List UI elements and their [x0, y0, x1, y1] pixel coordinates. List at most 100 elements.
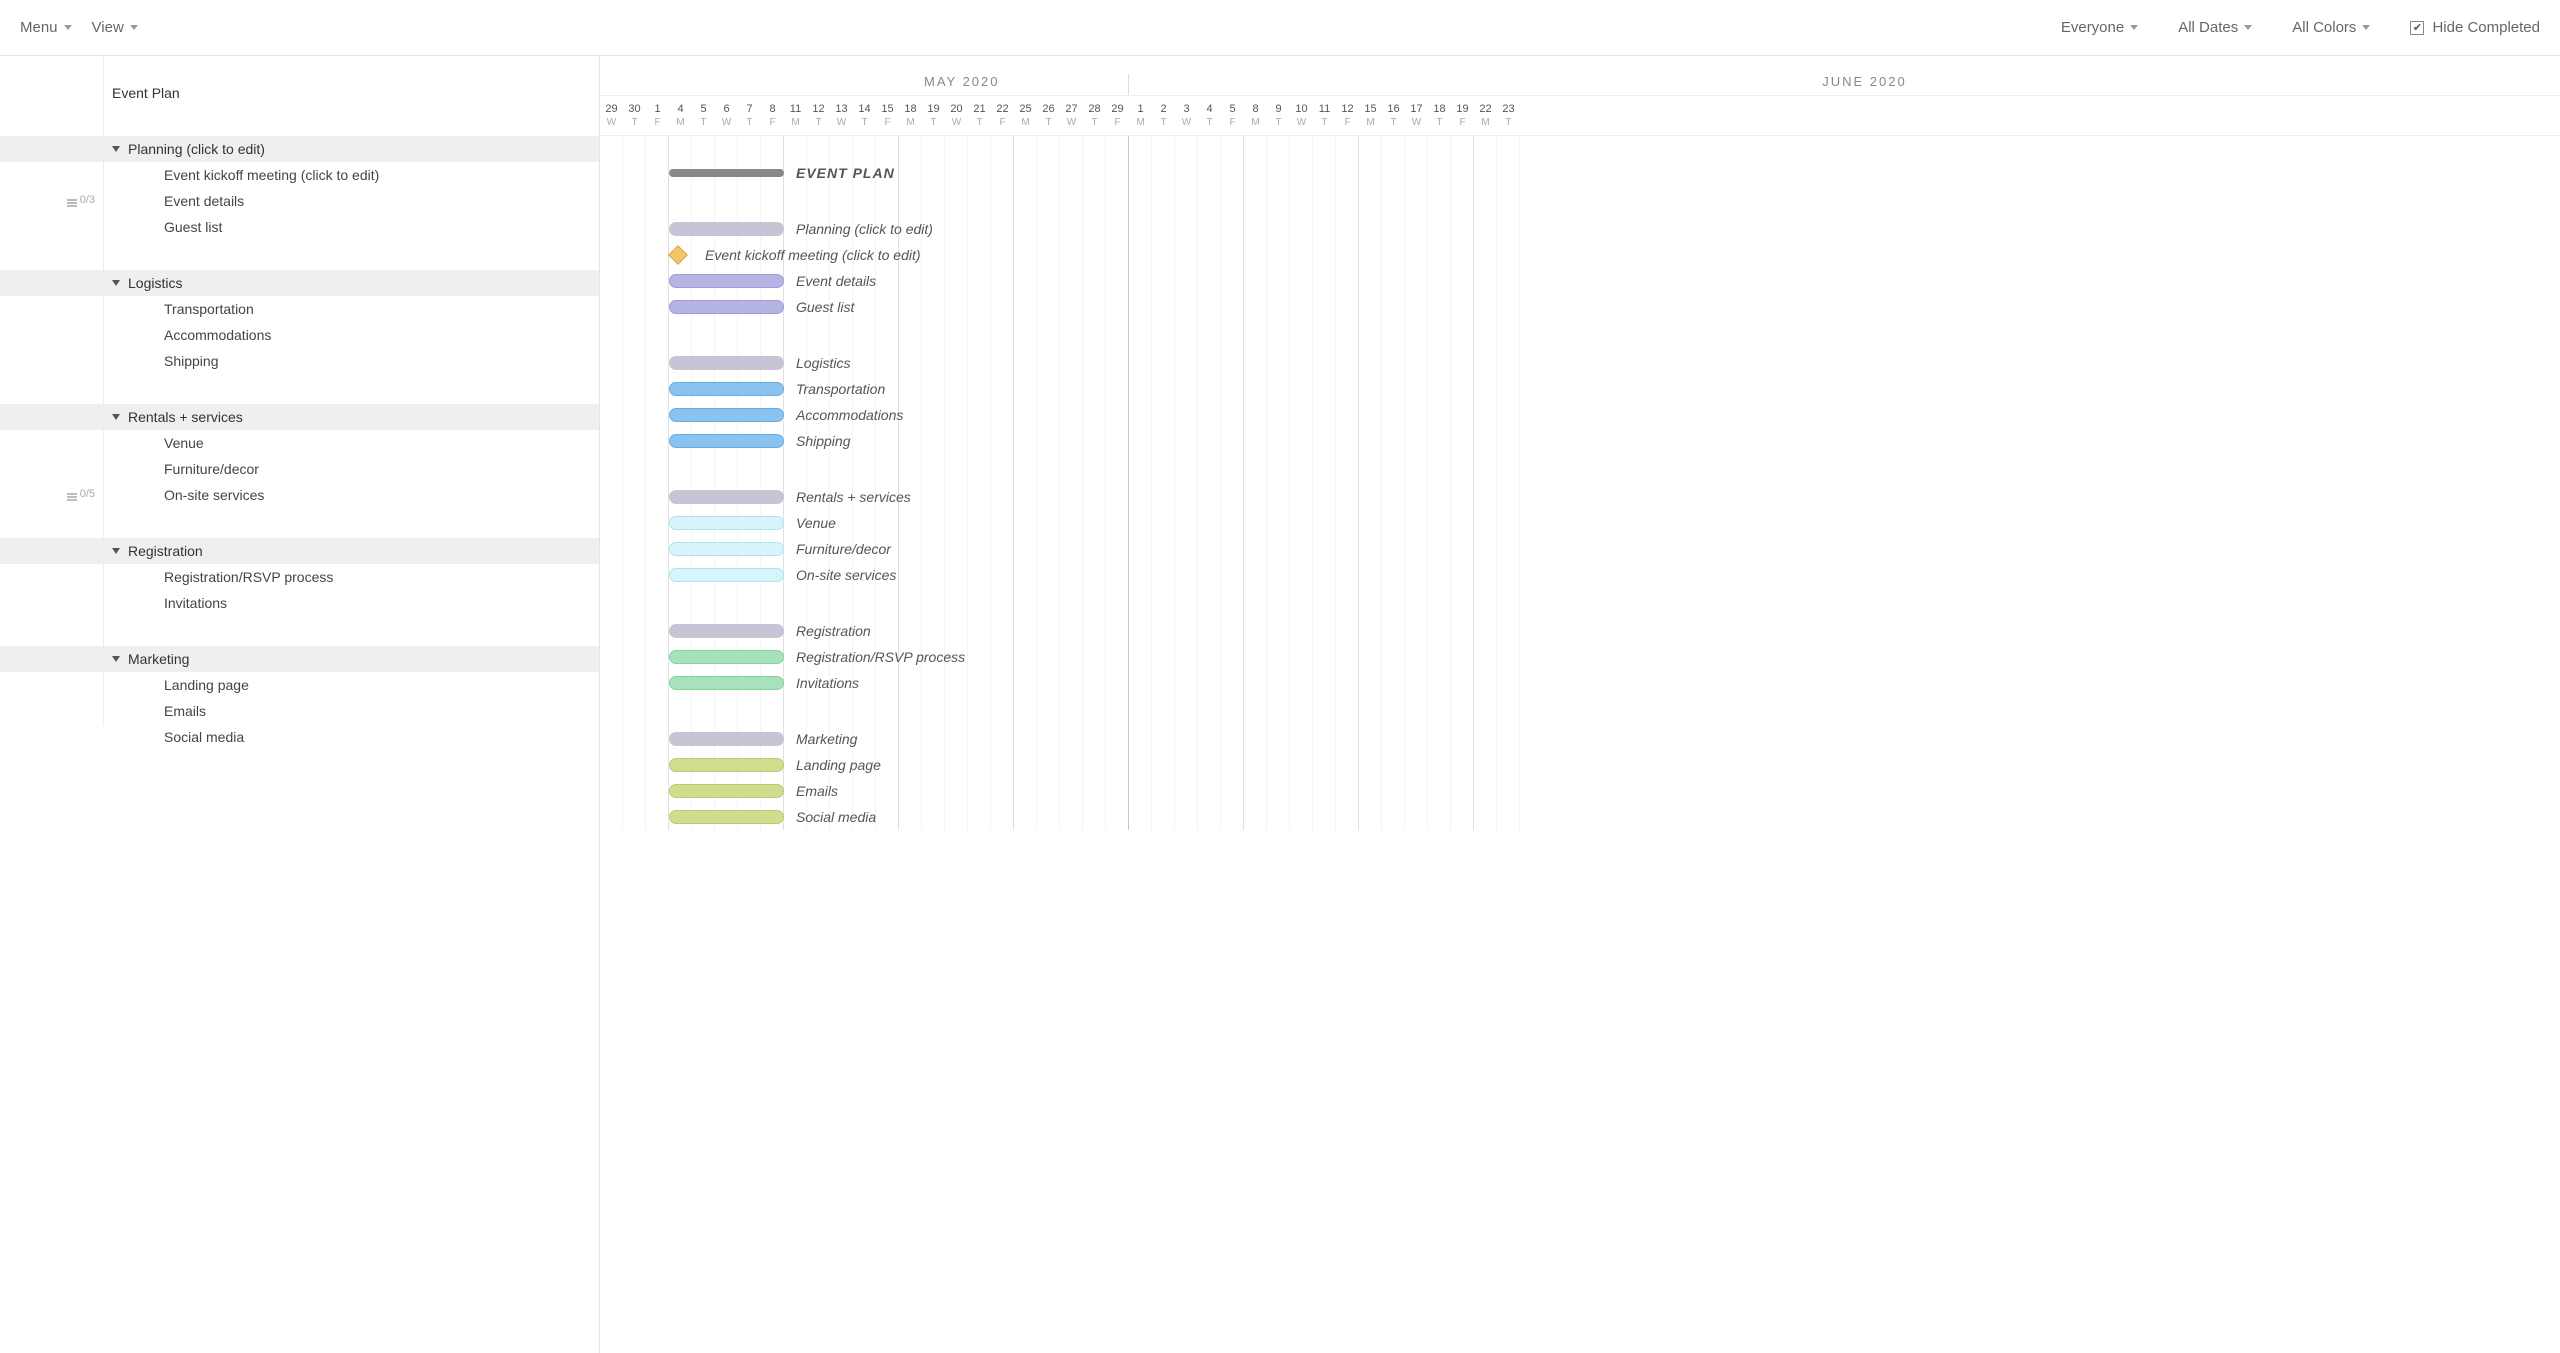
chart-task-label: Guest list [796, 299, 854, 315]
task-title: Registration/RSVP process [164, 569, 333, 585]
chart-task-row[interactable]: Event details [600, 268, 2560, 294]
milestone-diamond-icon[interactable] [668, 245, 688, 265]
task-bar[interactable] [669, 274, 784, 288]
task-bar[interactable] [669, 784, 784, 798]
group-title: Logistics [128, 275, 182, 291]
group-title: Registration [128, 543, 203, 559]
chart-task-row[interactable]: Social media [600, 804, 2560, 830]
chart-task-label: Accommodations [796, 407, 903, 423]
task-bar[interactable] [669, 568, 784, 582]
task-title: Emails [164, 703, 206, 719]
checklist-badge[interactable]: 0/3 [67, 194, 95, 206]
chart-task-label: Venue [796, 515, 836, 531]
chart-task-row[interactable]: Event kickoff meeting (click to edit) [600, 242, 2560, 268]
group-summary-bar[interactable] [669, 490, 784, 504]
group-title: Rentals + services [128, 409, 243, 425]
month-label: MAY 2020 [600, 74, 1129, 95]
day-column-header: 18T [1428, 96, 1451, 135]
chart-task-label: Transportation [796, 381, 885, 397]
task-title: Event kickoff meeting (click to edit) [164, 167, 379, 183]
filter-label: All Colors [2292, 19, 2356, 36]
collapse-triangle-icon[interactable] [112, 656, 120, 662]
task-bar[interactable] [669, 676, 784, 690]
chart-task-row[interactable]: Emails [600, 778, 2560, 804]
day-column-header: 12T [807, 96, 830, 135]
chart-task-row[interactable]: Landing page [600, 752, 2560, 778]
task-bar[interactable] [669, 408, 784, 422]
collapse-triangle-icon[interactable] [112, 146, 120, 152]
day-column-header: 8F [761, 96, 784, 135]
group-summary-bar[interactable] [669, 732, 784, 746]
chart-task-row[interactable]: Venue [600, 510, 2560, 536]
month-label: JUNE 2020 [1129, 74, 2560, 95]
checklist-badge[interactable]: 0/5 [67, 488, 95, 500]
task-bar[interactable] [669, 516, 784, 530]
day-column-header: 19T [922, 96, 945, 135]
task-bar[interactable] [669, 810, 784, 824]
day-column-header: 5T [692, 96, 715, 135]
task-bar[interactable] [669, 542, 784, 556]
chart-group-row[interactable]: Registration [600, 618, 2560, 644]
task-title: Guest list [164, 219, 222, 235]
day-column-header: 7T [738, 96, 761, 135]
day-column-header: 30T [623, 96, 646, 135]
task-list-sidebar: 0/3 0/5 Event Plan Planning (click to ed… [0, 56, 600, 1353]
task-title: Event details [164, 193, 244, 209]
collapse-triangle-icon[interactable] [112, 414, 120, 420]
view-dropdown[interactable]: View [92, 19, 138, 36]
task-row[interactable]: Social media [0, 724, 599, 750]
chart-group-label: Planning (click to edit) [796, 221, 933, 237]
menu-dropdown[interactable]: Menu [20, 19, 72, 36]
task-title: On-site services [164, 487, 264, 503]
group-summary-bar[interactable] [669, 356, 784, 370]
hide-completed-toggle[interactable]: ✔ Hide Completed [2410, 19, 2540, 36]
day-column-header: 5F [1221, 96, 1244, 135]
chart-group-row[interactable]: Logistics [600, 350, 2560, 376]
chart-task-row[interactable]: Accommodations [600, 402, 2560, 428]
chart-group-row[interactable]: Marketing [600, 726, 2560, 752]
day-column-header: 9T [1267, 96, 1290, 135]
project-summary-bar[interactable] [669, 169, 784, 177]
day-column-header: 12F [1336, 96, 1359, 135]
filter-all-dates[interactable]: All Dates [2178, 19, 2252, 36]
timeline-panel[interactable]: MAY 2020JUNE 2020 29W30T1F4M5T6W7T8F11M1… [600, 56, 2560, 1353]
workspace: 0/3 0/5 Event Plan Planning (click to ed… [0, 56, 2560, 1353]
task-title: Landing page [164, 677, 249, 693]
chart-task-row[interactable]: On-site services [600, 562, 2560, 588]
chart-group-row[interactable]: Planning (click to edit) [600, 216, 2560, 242]
task-bar[interactable] [669, 758, 784, 772]
filter-all-colors[interactable]: All Colors [2292, 19, 2370, 36]
group-summary-bar[interactable] [669, 222, 784, 236]
chart-project-row[interactable]: EVENT PLAN [600, 160, 2560, 186]
day-header: 29W30T1F4M5T6W7T8F11M12T13W14T15F18M19T2… [600, 96, 2560, 136]
chart-task-row[interactable]: Transportation [600, 376, 2560, 402]
task-bar[interactable] [669, 300, 784, 314]
day-column-header: 27W [1060, 96, 1083, 135]
group-title: Marketing [128, 651, 189, 667]
collapse-triangle-icon[interactable] [112, 280, 120, 286]
chart-task-row[interactable]: Registration/RSVP process [600, 644, 2560, 670]
checkbox-icon: ✔ [2410, 21, 2424, 35]
chart-task-label: Registration/RSVP process [796, 649, 965, 665]
chart-task-row[interactable]: Furniture/decor [600, 536, 2560, 562]
collapse-triangle-icon[interactable] [112, 548, 120, 554]
task-bar[interactable] [669, 382, 784, 396]
chart-group-row[interactable]: Rentals + services [600, 484, 2560, 510]
chart-task-row[interactable]: Guest list [600, 294, 2560, 320]
chart-task-label: Shipping [796, 433, 851, 449]
task-title: Furniture/decor [164, 461, 259, 477]
chart-task-label: Landing page [796, 757, 881, 773]
day-column-header: 29W [600, 96, 623, 135]
task-bar[interactable] [669, 434, 784, 448]
task-bar[interactable] [669, 650, 784, 664]
checklist-icon [67, 493, 77, 495]
day-column-header: 28T [1083, 96, 1106, 135]
day-column-header: 11T [1313, 96, 1336, 135]
group-summary-bar[interactable] [669, 624, 784, 638]
day-column-header: 23T [1497, 96, 1520, 135]
filter-everyone[interactable]: Everyone [2061, 19, 2138, 36]
chart-task-row[interactable]: Shipping [600, 428, 2560, 454]
day-column-header: 19F [1451, 96, 1474, 135]
chart-task-row[interactable]: Invitations [600, 670, 2560, 696]
day-column-header: 15M [1359, 96, 1382, 135]
